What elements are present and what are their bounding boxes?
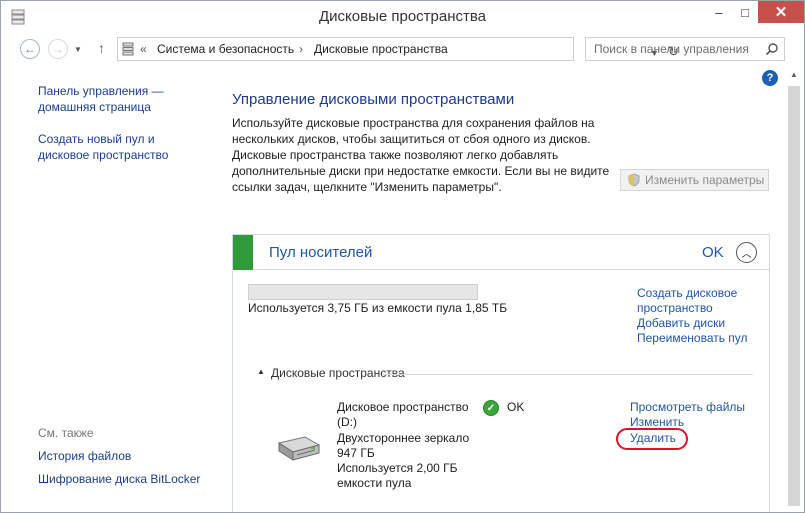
section-divider [383,374,753,375]
back-button[interactable]: ← [20,39,40,59]
maximize-button[interactable]: □ [732,1,758,23]
space-capacity: 947 ГБ [337,446,375,460]
title-bar: Дисковые пространства – □ ✕ [1,1,804,33]
add-drives-link[interactable]: Добавить диски [637,316,725,331]
navigation-bar: ← → ▼ ↑ « Система и безопасность › Диско… [1,33,804,67]
close-button[interactable]: ✕ [758,1,804,23]
pool-status-stripe [233,235,253,270]
create-space-link-line2[interactable]: пространство [637,301,713,316]
minimize-button[interactable]: – [706,1,732,23]
rename-pool-link[interactable]: Переименовать пул [637,331,748,346]
bitlocker-link[interactable]: Шифрование диска BitLocker [38,471,213,487]
page-description: Используйте дисковые пространства для со… [232,116,610,194]
storage-pool-panel: Пул носителей OK ︿ Используется 3,75 ГБ … [232,234,770,512]
arrow-left-icon: ← [24,42,36,56]
change-settings-label: Изменить параметры [645,173,765,187]
help-button[interactable]: ? [762,70,778,86]
checkmark-icon: ✓ [483,400,499,416]
space-status: OK [507,400,525,414]
breadcrumb-system-security[interactable]: Система и безопасность [157,42,294,56]
pool-status: OK [702,244,724,261]
breadcrumb-separator: › [299,42,303,56]
space-name: Дисковое пространство [337,400,469,414]
up-button[interactable]: ↑ [98,40,105,56]
create-pool-link[interactable]: Создать новый пул и дисковое пространств… [38,131,213,163]
pool-usage-bar [248,284,478,300]
breadcrumb-storage-spaces[interactable]: Дисковые пространства [314,42,448,56]
vertical-scrollbar[interactable]: ▲ [785,67,804,512]
shield-icon [628,173,640,187]
change-settings-button[interactable]: Изменить параметры [620,169,769,191]
address-bar[interactable]: « Система и безопасность › Дисковые прос… [117,37,679,61]
view-files-link[interactable]: Просмотреть файлы [630,400,745,415]
section-collapse-icon[interactable]: ▲ [257,367,265,376]
chevron-up-icon: ︿ [741,249,752,260]
spaces-section-title: Дисковые пространства [271,366,405,380]
hard-drive-icon [277,436,321,461]
space-drive-letter: (D:) [337,415,357,429]
control-panel-icon [122,42,134,56]
arrow-right-icon: → [52,42,64,56]
page-title: Управление дисковыми пространствами [232,91,515,108]
search-icon[interactable] [765,42,779,56]
file-history-link[interactable]: История файлов [38,448,213,464]
pool-name: Пул носителей [269,244,373,261]
breadcrumb-overflow[interactable]: « [140,42,147,56]
space-resiliency: Двухстороннее зеркало [337,431,470,445]
arrow-up-icon: ↑ [98,40,105,56]
scrollbar-thumb[interactable] [788,86,800,506]
search-placeholder: Поиск в панели управления [594,42,749,56]
forward-button[interactable]: → [48,39,68,59]
search-input[interactable]: Поиск в панели управления [585,37,785,61]
control-panel-window: Дисковые пространства – □ ✕ ← → ▼ ↑ « Си… [0,0,805,513]
control-panel-home-link[interactable]: Панель управления — домашняя страница [38,83,213,115]
window-title: Дисковые пространства [318,8,487,25]
pool-header: Пул носителей OK ︿ [233,235,769,270]
see-also-heading: См. также [38,426,94,440]
pool-usage-text: Используется 3,75 ГБ из емкости пула 1,8… [248,301,508,315]
create-space-link[interactable]: Создать дисковое [637,286,737,301]
recent-locations-chevron-icon[interactable]: ▼ [74,45,82,54]
scroll-up-icon[interactable]: ▲ [790,70,798,79]
delete-highlight-circle [616,428,688,450]
collapse-button[interactable]: ︿ [736,242,757,263]
space-used: Используется 2,00 ГБ [337,461,458,475]
space-used-line2: емкости пула [337,476,412,490]
